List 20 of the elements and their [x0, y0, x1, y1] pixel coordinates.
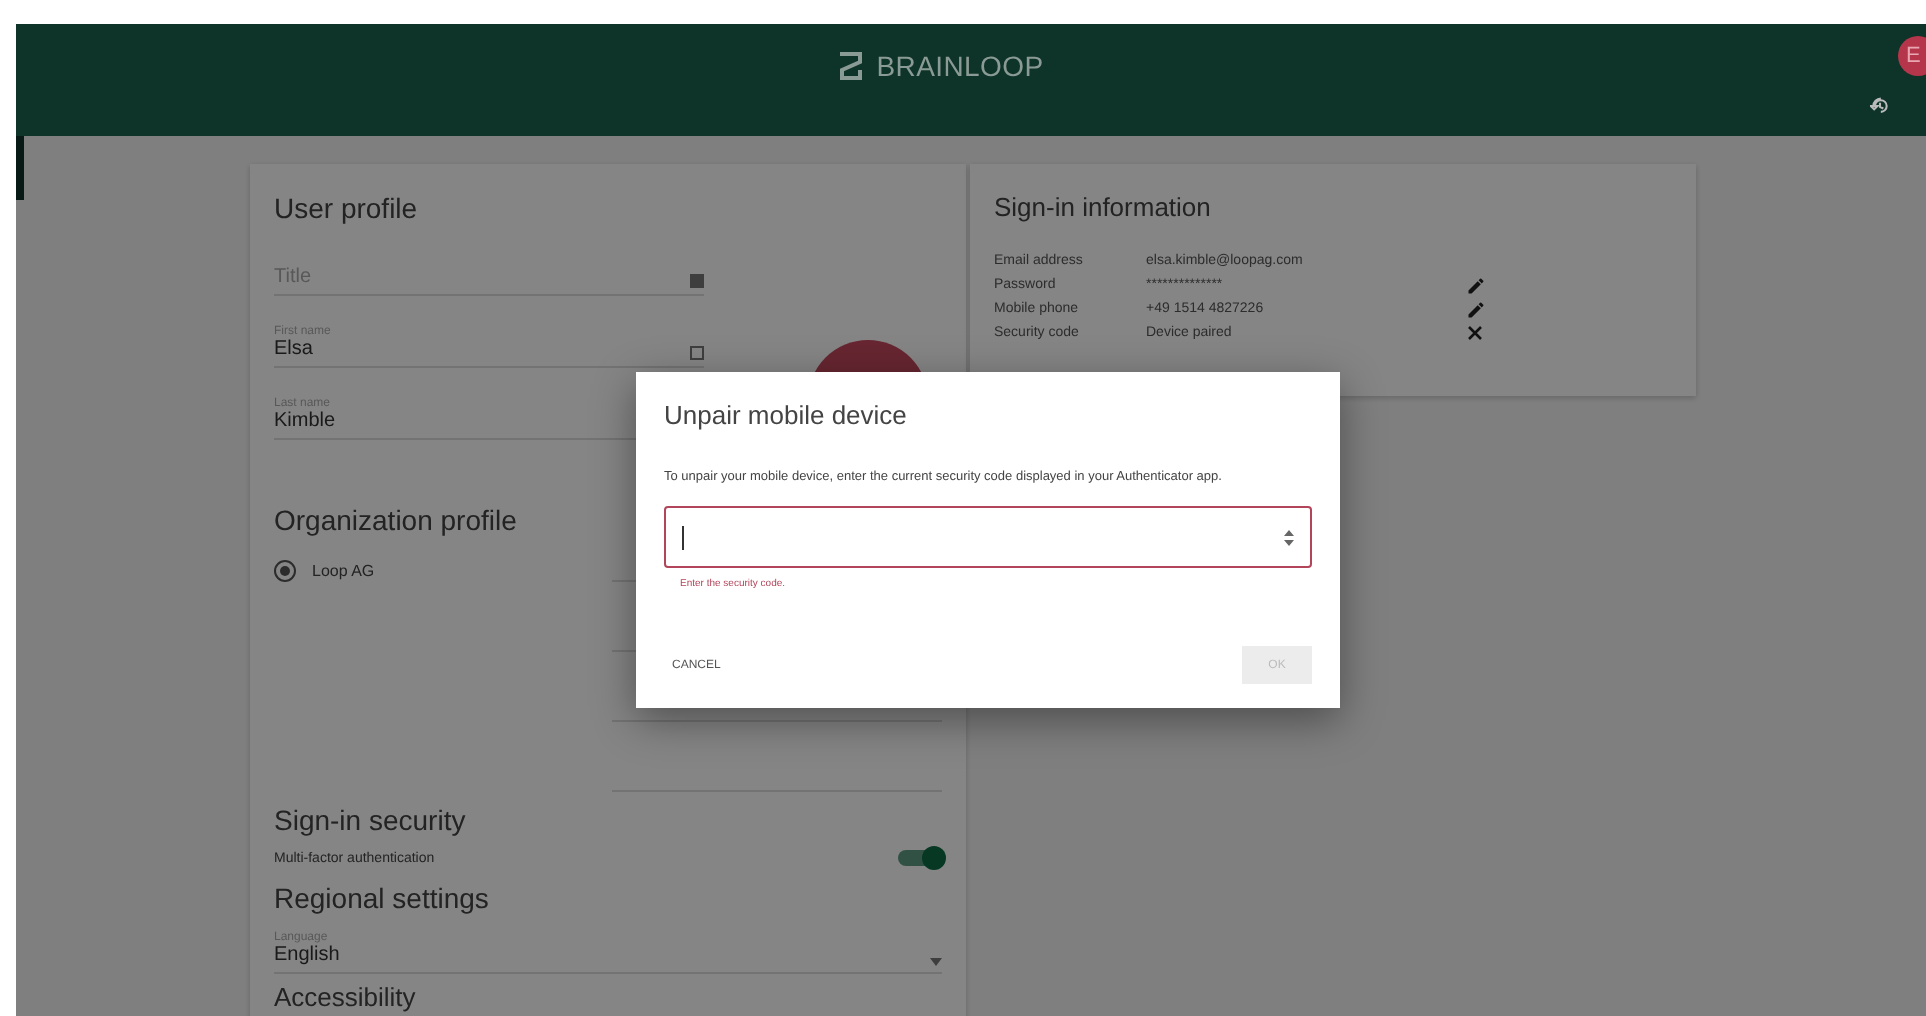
section-title: Accessibility [274, 982, 418, 1012]
section-title: User profile [274, 192, 420, 224]
section-title: Regional settings [274, 882, 491, 914]
pencil-icon[interactable] [1466, 275, 1486, 295]
history-icon[interactable] [1870, 96, 1890, 116]
logo-icon [838, 52, 865, 80]
section-title: Sign-in information [994, 192, 1213, 222]
section-title: Organization profile [274, 504, 519, 536]
logo-text: BRAINLOOP [876, 50, 1044, 82]
dropdown-caret-icon[interactable] [930, 958, 942, 966]
user-avatar[interactable]: E [1898, 36, 1926, 76]
card-icon [690, 274, 704, 288]
radio-option[interactable]: Loop AG [274, 560, 375, 582]
card-icon [690, 346, 704, 360]
pencil-icon[interactable] [1466, 299, 1486, 319]
security-code-field[interactable] [664, 506, 1312, 568]
toggle-switch[interactable] [898, 850, 942, 866]
section-title: Sign-in security [274, 804, 468, 836]
close-icon[interactable] [1466, 324, 1484, 342]
spinner-icon[interactable] [1284, 529, 1294, 545]
